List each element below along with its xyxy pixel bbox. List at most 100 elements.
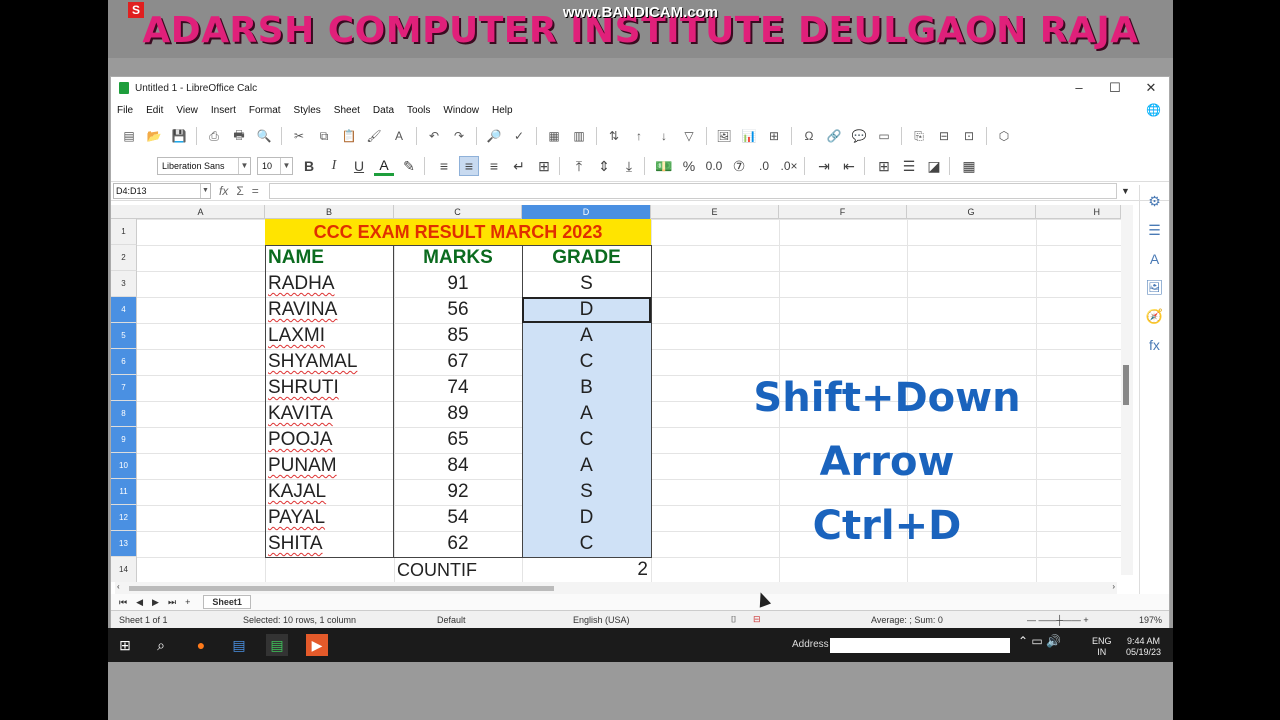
conditional-format-icon[interactable]: ▦ — [959, 156, 979, 176]
borders-icon[interactable]: ⊞ — [874, 156, 894, 176]
header-footer-icon[interactable]: ▭ — [876, 128, 892, 144]
redo-icon[interactable]: ↷ — [451, 128, 467, 144]
vertical-scroll-thumb[interactable] — [1123, 365, 1129, 405]
menu-data[interactable]: Data — [373, 105, 394, 116]
maximize-button[interactable]: ☐ — [1097, 80, 1133, 96]
column-header-h[interactable]: H — [1036, 205, 1121, 219]
chevron-down-icon[interactable]: ▼ — [238, 158, 250, 174]
name-cell[interactable]: SHRUTI — [265, 375, 394, 401]
minimize-button[interactable]: – — [1061, 80, 1097, 96]
hyperlink-icon[interactable]: 🔗 — [826, 128, 842, 144]
font-styles-icon[interactable]: A — [1140, 251, 1169, 267]
sheet-tab-sheet1[interactable]: Sheet1 — [203, 595, 251, 609]
formula-input[interactable] — [268, 183, 1117, 199]
name-cell[interactable]: KAJAL — [265, 479, 394, 505]
properties-icon[interactable]: ⚙ — [1140, 193, 1169, 210]
globe-icon[interactable]: 🌐 — [1146, 103, 1161, 117]
name-cell[interactable]: RAVINA — [265, 297, 394, 323]
marks-cell[interactable]: 74 — [394, 375, 522, 401]
scroll-right-icon[interactable]: › — [1112, 582, 1115, 591]
address-input[interactable] — [830, 638, 1010, 653]
italic-icon[interactable]: I — [324, 156, 344, 176]
bold-icon[interactable]: B — [299, 156, 319, 176]
add-sheet-icon[interactable]: + — [185, 597, 190, 607]
freeze-rows-icon[interactable]: ⊟ — [936, 128, 952, 144]
column-header-e[interactable]: E — [651, 205, 779, 219]
header-marks-cell[interactable]: MARKS — [394, 245, 522, 271]
status-sum[interactable]: Average: ; Sum: 0 — [871, 615, 943, 625]
document-modified-icon[interactable]: ⊟ — [753, 614, 761, 625]
functions-icon[interactable]: fx — [1140, 337, 1169, 353]
row-header-3[interactable]: 3 — [111, 271, 137, 297]
sort-icon[interactable]: ⇅ — [606, 128, 622, 144]
navigator-icon[interactable]: 🧭 — [1140, 308, 1169, 325]
menu-file[interactable]: File — [117, 105, 133, 116]
decrease-indent-icon[interactable]: ⇤ — [839, 156, 859, 176]
underline-icon[interactable]: U — [349, 156, 369, 176]
menu-insert[interactable]: Insert — [211, 105, 236, 116]
close-button[interactable]: ✕ — [1133, 80, 1169, 96]
name-cell[interactable]: LAXMI — [265, 323, 394, 349]
name-box[interactable]: D4:D13 ▼ — [113, 183, 211, 199]
save-icon[interactable]: 💾 — [171, 128, 187, 144]
row-header-10[interactable]: 10 — [111, 453, 137, 479]
chart-icon[interactable]: 📊 — [741, 128, 757, 144]
menu-edit[interactable]: Edit — [146, 105, 163, 116]
menu-format[interactable]: Format — [249, 105, 281, 116]
name-cell[interactable]: POOJA — [265, 427, 394, 453]
row-header-2[interactable]: 2 — [111, 245, 137, 271]
highlight-color-icon[interactable]: ✎ — [399, 156, 419, 176]
next-sheet-icon[interactable]: ▶ — [152, 597, 159, 608]
image-icon[interactable]: 🖼 — [716, 128, 732, 144]
spreadsheet-grid[interactable]: A B C D E F G H 1 2 3 4 5 6 7 8 9 10 11 12 13 14 CCC … — [111, 205, 1121, 582]
zoom-level[interactable]: 197% — [1139, 615, 1162, 625]
name-cell[interactable]: KAVITA — [265, 401, 394, 427]
status-page-style[interactable]: Default — [437, 615, 466, 625]
paste-icon[interactable]: 📋 — [341, 128, 357, 144]
new-document-icon[interactable]: ▤ — [121, 128, 137, 144]
row-header-5[interactable]: 5 — [111, 323, 137, 349]
row-header-8[interactable]: 8 — [111, 401, 137, 427]
row-icon[interactable]: ▦ — [546, 128, 562, 144]
language-indicator[interactable]: ENG IN — [1092, 636, 1112, 658]
marks-cell[interactable]: 84 — [394, 453, 522, 479]
menu-help[interactable]: Help — [492, 105, 513, 116]
row-header-14[interactable]: 14 — [111, 557, 137, 582]
marks-cell[interactable]: 65 — [394, 427, 522, 453]
styles-icon[interactable]: ☰ — [1140, 222, 1169, 239]
row-header-1[interactable]: 1 — [111, 219, 137, 245]
export-pdf-icon[interactable]: ⎙ — [206, 128, 222, 144]
copy-icon[interactable]: ⧉ — [316, 128, 332, 144]
grade-cell[interactable]: S — [522, 271, 651, 297]
font-name-box[interactable]: Liberation Sans ▼ — [157, 157, 251, 175]
status-language[interactable]: English (USA) — [573, 615, 630, 625]
spelling-icon[interactable]: ✓ — [511, 128, 527, 144]
name-cell[interactable]: PAYAL — [265, 505, 394, 531]
name-cell[interactable]: SHITA — [265, 531, 394, 557]
firefox-icon[interactable]: ● — [190, 634, 212, 656]
formula-icon[interactable]: = — [252, 184, 259, 198]
marks-cell[interactable]: 89 — [394, 401, 522, 427]
currency-format-icon[interactable]: 💵 — [654, 156, 674, 176]
name-cell[interactable]: RADHA — [265, 271, 394, 297]
row-header-12[interactable]: 12 — [111, 505, 137, 531]
increase-indent-icon[interactable]: ⇥ — [814, 156, 834, 176]
horizontal-scroll-thumb[interactable] — [129, 586, 554, 591]
expand-formula-icon[interactable]: ▼ — [1121, 186, 1133, 196]
writer-icon[interactable]: ▤ — [228, 634, 250, 656]
split-window-icon[interactable]: ⊡ — [961, 128, 977, 144]
sheet-title-cell[interactable]: CCC EXAM RESULT MARCH 2023 — [265, 219, 651, 245]
comment-icon[interactable]: 💬 — [851, 128, 867, 144]
countif-value-cell[interactable]: 2 — [522, 557, 651, 582]
menu-window[interactable]: Window — [443, 105, 479, 116]
draw-functions-icon[interactable]: ⬡ — [996, 128, 1012, 144]
column-header-b[interactable]: B — [265, 205, 394, 219]
impress-icon[interactable]: ▶ — [306, 634, 328, 656]
windows-start-icon[interactable]: ⊞ — [114, 634, 136, 656]
define-print-area-icon[interactable]: ⎘ — [911, 128, 927, 144]
sum-icon[interactable]: Σ — [236, 184, 243, 198]
name-cell[interactable]: SHYAMAL — [265, 349, 394, 375]
print-preview-icon[interactable]: 🔍 — [256, 128, 272, 144]
grade-cell[interactable]: A — [522, 453, 651, 479]
previous-sheet-icon[interactable]: ◀ — [136, 597, 143, 608]
